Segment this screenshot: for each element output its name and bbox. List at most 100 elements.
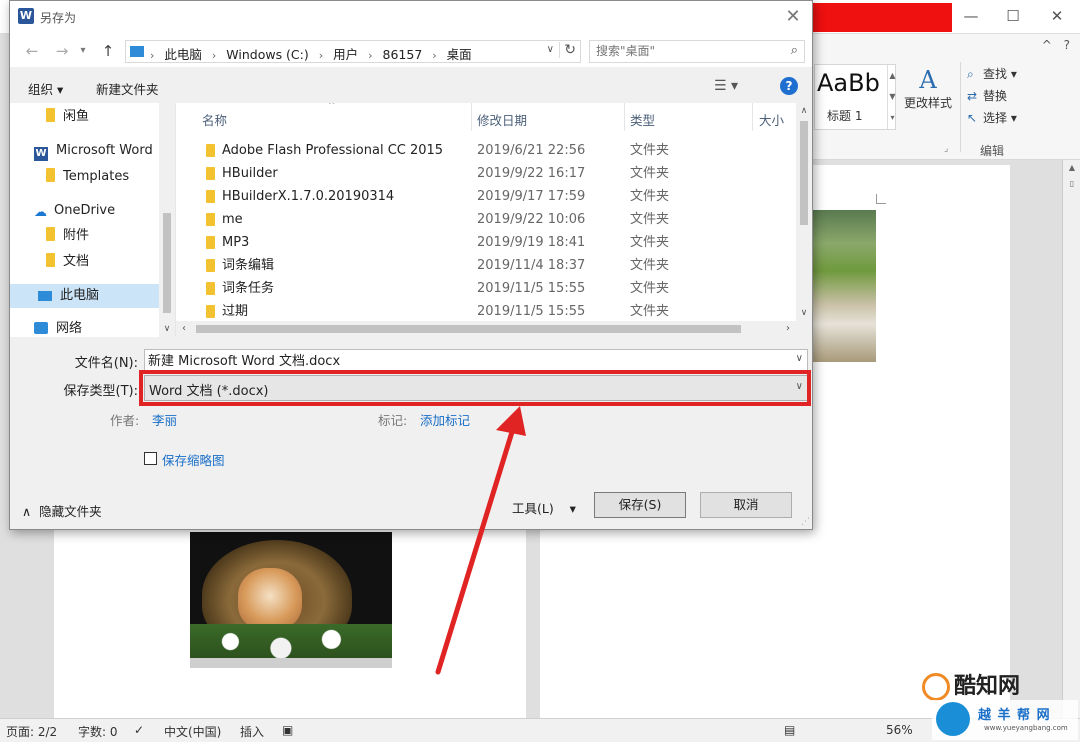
scroll-thumb[interactable] [196, 325, 741, 333]
tools-button[interactable]: 工具(L) ▾ [512, 498, 576, 517]
scroll-up-icon[interactable]: ∧ [796, 103, 812, 119]
author-value[interactable]: 李丽 [152, 410, 177, 429]
address-dropdown-icon[interactable]: ∨ [547, 44, 554, 55]
style-gallery[interactable]: AaBb 标题 1 ▲ ▼ ▾ [814, 64, 896, 130]
column-divider[interactable] [471, 103, 472, 131]
file-name: Adobe Flash Professional CC 2015 [222, 143, 444, 158]
new-folder-button[interactable]: 新建文件夹 [96, 79, 159, 98]
table-row[interactable]: Adobe Flash Professional CC 2015 2019/6/2… [176, 139, 796, 162]
view-options-icon[interactable]: ☰ ▾ [714, 78, 738, 94]
file-date: 2019/11/5 15:55 [477, 304, 586, 319]
nav-pane-scrollbar[interactable]: ∨ [159, 103, 175, 337]
column-date[interactable]: 修改日期 [477, 110, 527, 129]
scroll-left-icon[interactable]: ‹ [176, 321, 192, 337]
nav-item[interactable]: 闲鱼 [10, 105, 160, 129]
hide-folders-button[interactable]: ∧ 隐藏文件夹 [22, 501, 102, 520]
replace-button[interactable]: ⇄ 替换 [967, 86, 1077, 108]
help-icon[interactable]: ? [780, 77, 798, 95]
breadcrumb-item[interactable]: 用户 [333, 47, 358, 62]
column-size[interactable]: 大小 [759, 110, 784, 129]
scroll-right-icon[interactable]: › [780, 321, 796, 337]
file-name: me [222, 212, 243, 227]
table-row[interactable]: me 2019/9/22 10:06 文件夹 [176, 208, 796, 231]
table-row[interactable]: MP3 2019/9/19 18:41 文件夹 [176, 231, 796, 254]
proofing-icon[interactable]: ✓ [134, 723, 144, 737]
nav-item[interactable]: 文档 [10, 250, 160, 274]
recent-dropdown-icon[interactable]: ▾ [76, 41, 90, 61]
table-row[interactable]: 过期 2019/11/5 15:55 文件夹 [176, 300, 796, 323]
nav-item[interactable]: W Microsoft Word [10, 139, 160, 163]
find-button[interactable]: ⌕ 查找 ▾ [967, 64, 1077, 86]
nav-item[interactable]: 网络 [10, 317, 160, 337]
organize-button[interactable]: 组织 ▾ [28, 79, 63, 98]
column-name[interactable]: 名称 [202, 110, 227, 129]
save-button[interactable]: 保存(S) [594, 492, 686, 518]
filename-dropdown-icon[interactable]: ∨ [796, 353, 803, 364]
document-scrollbar[interactable]: ▲ ▯ [1062, 160, 1080, 718]
back-button[interactable]: ← [22, 41, 42, 61]
save-thumbnail-checkbox[interactable] [144, 452, 157, 465]
close-window-button[interactable]: ✕ [1044, 5, 1070, 27]
dialog-launcher-icon[interactable]: ⌟ [944, 144, 948, 154]
cancel-button[interactable]: 取消 [700, 492, 792, 518]
ruler-toggle-icon[interactable]: ▯ [1063, 176, 1080, 192]
cursor-icon: ↖ [967, 111, 978, 125]
status-zoom[interactable]: 56% [886, 723, 913, 737]
forward-button[interactable]: → [52, 41, 72, 61]
column-divider[interactable] [624, 103, 625, 131]
nav-item[interactable]: Templates [10, 165, 160, 189]
file-list-hscrollbar[interactable]: ‹ › [176, 321, 812, 337]
scroll-thumb[interactable] [163, 213, 171, 313]
search-input[interactable] [596, 44, 776, 58]
breadcrumb-item[interactable]: Windows (C:) [226, 47, 308, 62]
scroll-down-icon[interactable]: ∨ [796, 305, 812, 321]
filename-input[interactable] [148, 352, 778, 367]
minimize-button[interactable]: — [958, 5, 984, 27]
change-styles-button[interactable]: A 更改样式 [900, 66, 956, 111]
document-image-bird[interactable] [812, 210, 876, 362]
scroll-up-icon[interactable]: ▲ [1063, 160, 1080, 176]
table-row[interactable]: 词条任务 2019/11/5 15:55 文件夹 [176, 277, 796, 300]
status-language[interactable]: 中文(中国) [164, 723, 221, 740]
resize-grip-icon[interactable]: ⋰ [801, 517, 810, 527]
maximize-button[interactable]: ☐ [1000, 5, 1026, 27]
file-list-scrollbar[interactable]: ∧ ∨ [796, 103, 812, 321]
search-icon[interactable]: ⌕ [791, 43, 798, 58]
nav-item[interactable]: ☁ OneDrive [10, 199, 160, 223]
breadcrumb-item[interactable]: 86157 [383, 47, 423, 62]
tags-value[interactable]: 添加标记 [420, 410, 470, 429]
table-row[interactable]: HBuilderX.1.7.0.20190314 2019/9/17 17:59 文… [176, 185, 796, 208]
search-box[interactable]: ⌕ [589, 40, 805, 63]
breadcrumb-item[interactable]: 桌面 [447, 47, 472, 62]
nav-item-this-pc[interactable]: 此电脑 [10, 284, 160, 308]
select-button[interactable]: ↖ 选择 ▾ [967, 108, 1077, 130]
status-page[interactable]: 页面: 2/2 [6, 723, 57, 740]
dialog-close-button[interactable]: ✕ [782, 5, 804, 29]
column-divider[interactable] [752, 103, 753, 131]
table-row[interactable]: 词条编辑 2019/11/4 18:37 文件夹 [176, 254, 796, 277]
macro-icon[interactable]: ▣ [282, 723, 293, 737]
print-layout-icon[interactable]: ▤ [784, 723, 795, 737]
image-shadow [190, 658, 392, 668]
scroll-thumb[interactable] [800, 121, 808, 225]
status-insert[interactable]: 插入 [240, 723, 264, 740]
nav-item-label: 附件 [63, 228, 90, 243]
table-row[interactable]: HBuilder 2019/9/22 16:17 文件夹 [176, 162, 796, 185]
dialog-titlebar[interactable]: W 另存为 ✕ [10, 1, 812, 35]
document-image-kitten[interactable] [190, 532, 392, 668]
refresh-icon[interactable]: ↻ [559, 42, 576, 58]
help-icon[interactable]: ? [1064, 38, 1070, 52]
column-type[interactable]: 类型 [630, 110, 655, 129]
status-words[interactable]: 字数: 0 [78, 723, 118, 740]
replace-label: 替换 [983, 89, 1008, 103]
address-bar[interactable]: › 此电脑 › Windows (C:) › 用户 › 86157 › 桌面 ∨… [125, 40, 581, 63]
ribbon-collapse-icon[interactable]: ^ [1042, 38, 1052, 52]
scroll-down-icon[interactable]: ∨ [159, 321, 175, 337]
up-button[interactable]: ↑ [98, 41, 118, 61]
style-gallery-scroll[interactable]: ▲ ▼ ▾ [887, 65, 897, 129]
filename-field[interactable]: ∨ [144, 349, 808, 371]
breadcrumb-item[interactable]: 此电脑 [164, 47, 202, 62]
save-thumbnail-label[interactable]: 保存缩略图 [162, 450, 225, 469]
file-name: HBuilderX.1.7.0.20190314 [222, 189, 395, 204]
nav-item[interactable]: 附件 [10, 224, 160, 248]
